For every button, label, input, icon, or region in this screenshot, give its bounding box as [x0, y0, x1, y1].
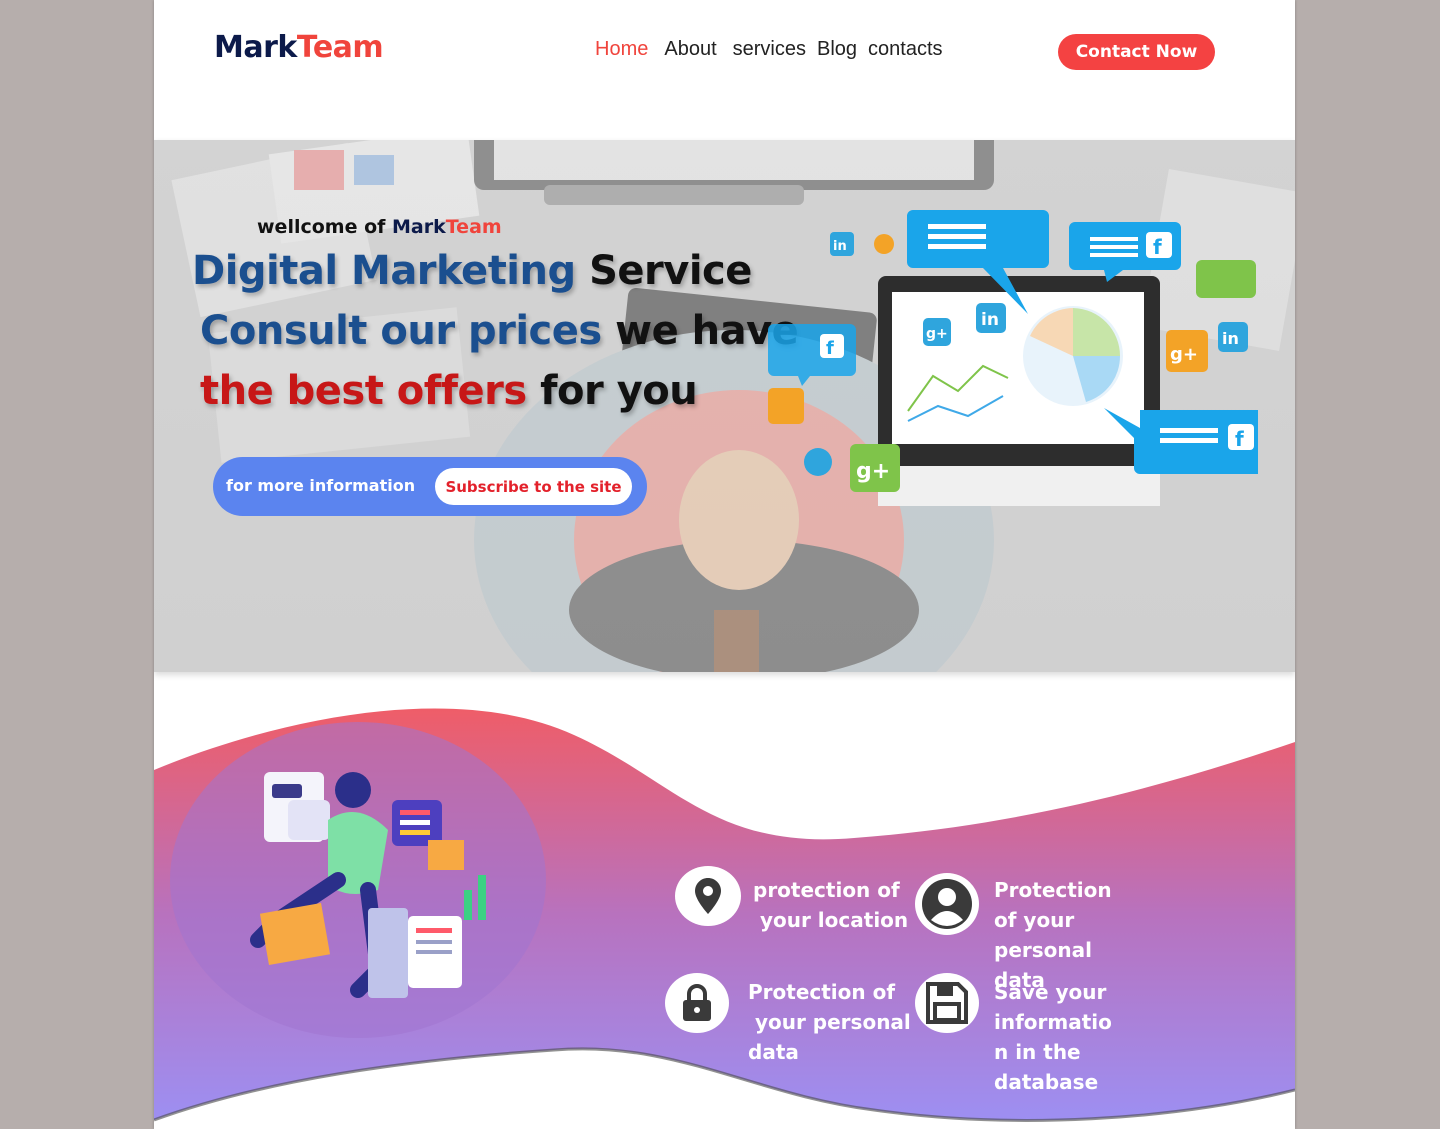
svg-text:g+: g+	[1170, 344, 1198, 365]
svg-text:f: f	[1153, 235, 1162, 259]
logo-part-team: Team	[296, 30, 384, 65]
logo-part-mark: Mark	[214, 30, 297, 65]
nav-services[interactable]: services	[733, 38, 806, 61]
feature-location-line-2: your location	[753, 908, 909, 932]
location-pin-icon	[675, 866, 741, 926]
headline-1-rest: Service	[589, 248, 752, 294]
page: MarkTeam Home About services Blog contac…	[154, 0, 1295, 1129]
subscribe-cta-bar: for more information Subscribe to the si…	[213, 457, 647, 516]
feature-location-line-1: protection of	[753, 878, 900, 902]
headline-2-highlight: Consult our prices	[200, 308, 602, 354]
svg-text:in: in	[833, 239, 847, 254]
feature-save-database-text: Save your informatio n in the database	[994, 977, 1112, 1097]
svg-text:g+: g+	[926, 326, 948, 342]
cta-label: for more information	[226, 476, 416, 495]
nav-contacts[interactable]: contacts	[868, 38, 942, 61]
subscribe-button[interactable]: Subscribe to the site	[435, 468, 632, 505]
headline-line-2: Consult our prices we have	[200, 308, 799, 354]
svg-text:f: f	[1235, 427, 1244, 451]
floppy-disk-icon	[915, 973, 979, 1033]
hero-section: wellcome of MarkTeam Digital Marketing S…	[154, 140, 1295, 672]
delivery-person-illustration	[170, 722, 546, 1038]
social-media-illustration: in g+ f f f g+ g+ in in	[768, 210, 1258, 506]
welcome-brand-team: Team	[445, 216, 502, 238]
user-avatar-icon	[915, 873, 979, 935]
feature-save-database-line-2: n in the database	[994, 1040, 1099, 1094]
feature-lock-text: Protection of your personal data	[748, 977, 911, 1067]
svg-text:g+: g+	[856, 459, 890, 484]
feature-lock-line-3: data	[748, 1040, 799, 1064]
welcome-text: wellcome of MarkTeam	[257, 216, 502, 238]
contact-now-button[interactable]: Contact Now	[1058, 34, 1215, 70]
welcome-prefix: wellcome of	[257, 216, 393, 238]
welcome-brand-mark: Mark	[392, 216, 446, 238]
headline-3-rest: for you	[540, 368, 698, 414]
lock-icon	[665, 973, 729, 1033]
headline-3-highlight: the best offers	[200, 368, 527, 414]
feature-lock-line-2: your personal	[748, 1010, 911, 1034]
nav-home[interactable]: Home	[595, 38, 648, 61]
svg-text:in: in	[1222, 329, 1239, 348]
logo[interactable]: MarkTeam	[214, 30, 384, 65]
svg-text:in: in	[981, 310, 999, 330]
feature-save-database-line-1: Save your informatio	[994, 980, 1112, 1034]
feature-location-text: protection of your location	[753, 875, 908, 935]
nav-about[interactable]: About	[664, 38, 716, 61]
svg-text:f: f	[826, 338, 834, 359]
headline-1-highlight: Digital Marketing	[192, 248, 576, 294]
feature-lock-line-1: Protection of	[748, 980, 896, 1004]
nav-blog[interactable]: Blog	[817, 38, 857, 61]
main-nav: Home About services Blog contacts	[595, 38, 943, 61]
feature-personal-data-line-1: Protection of your	[994, 878, 1112, 932]
headline-line-1: Digital Marketing Service	[192, 248, 752, 294]
headline-line-3: the best offers for you	[200, 368, 698, 414]
